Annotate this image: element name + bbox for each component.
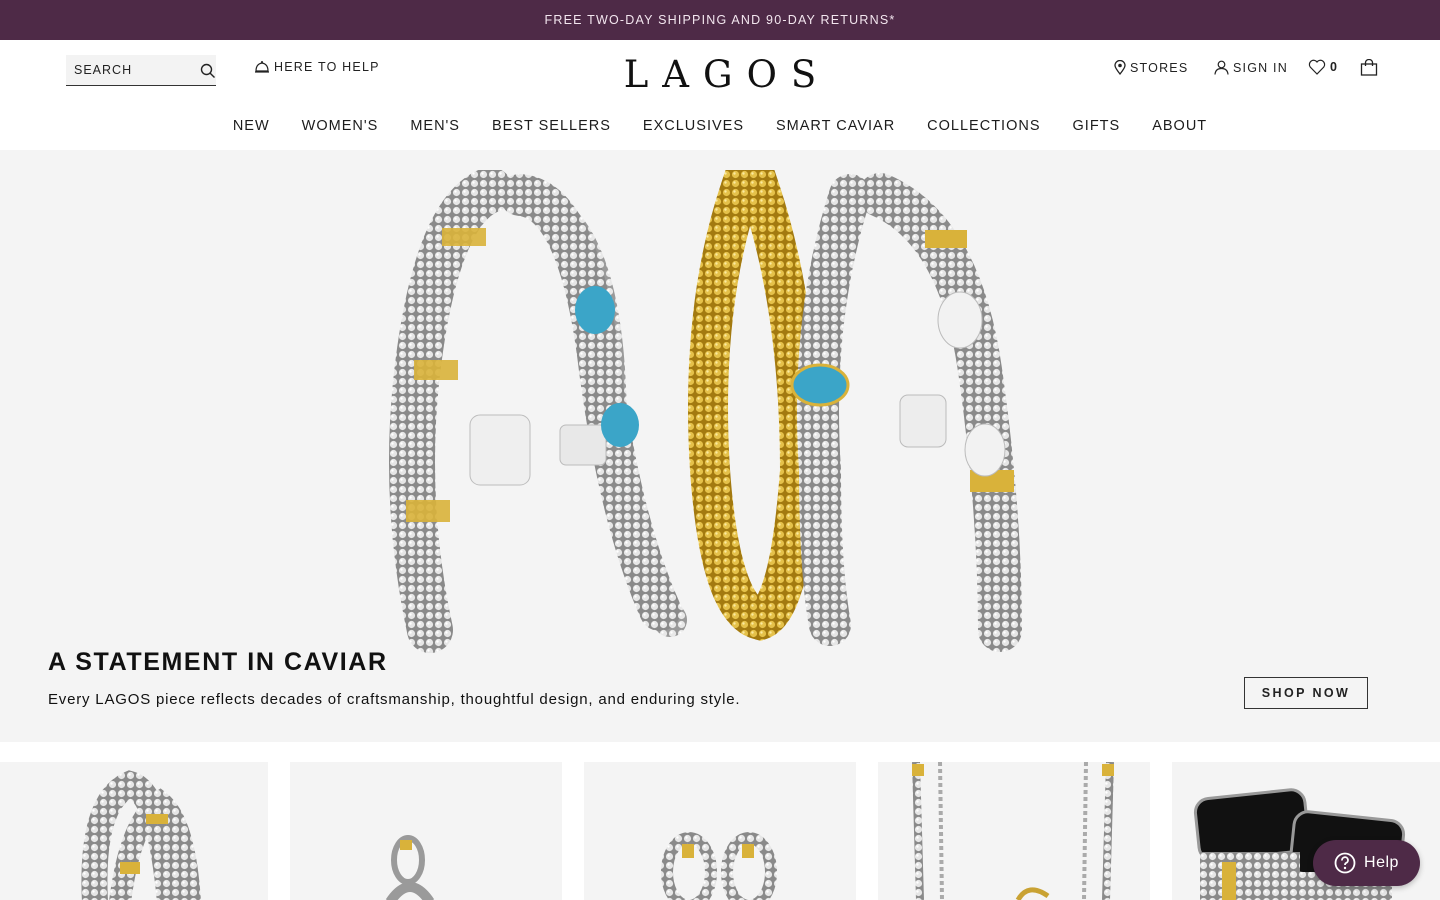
heart-icon	[1308, 59, 1326, 75]
site-logo[interactable]: LAGOS	[612, 53, 828, 96]
product-tiles	[0, 762, 1440, 900]
search-icon[interactable]	[200, 63, 216, 79]
stores-link[interactable]: STORES	[1114, 60, 1188, 75]
user-icon	[1214, 60, 1229, 75]
bag-icon	[1360, 59, 1378, 76]
nav-womens[interactable]: WOMEN'S	[302, 118, 379, 138]
bracelet-stack-image	[81, 770, 201, 900]
nav-mens[interactable]: MEN'S	[410, 118, 460, 138]
help-link[interactable]: HERE TO HELP	[254, 60, 380, 74]
bell-icon	[255, 61, 269, 73]
product-tile[interactable]	[0, 762, 268, 900]
hoop-earrings-image	[661, 832, 777, 900]
nav-smart-caviar[interactable]: SMART CAVIAR	[776, 118, 895, 138]
main-nav: NEW WOMEN'S MEN'S BEST SELLERS EXCLUSIVE…	[0, 118, 1440, 138]
promo-banner: FREE TWO-DAY SHIPPING AND 90-DAY RETURNS…	[0, 0, 1440, 40]
nav-best-sellers[interactable]: BEST SELLERS	[492, 118, 611, 138]
necklace-image	[912, 762, 1114, 900]
nav-about[interactable]: ABOUT	[1152, 118, 1207, 138]
wishlist-link[interactable]: 0	[1308, 59, 1338, 75]
sign-in-link[interactable]: SIGN IN	[1214, 60, 1288, 75]
product-tile[interactable]	[290, 762, 562, 900]
promo-text: FREE TWO-DAY SHIPPING AND 90-DAY RETURNS…	[544, 13, 896, 27]
hero-subtitle: Every LAGOS piece reflects decades of cr…	[48, 691, 741, 708]
wishlist-count: 0	[1330, 60, 1339, 74]
site-header: HERE TO HELP LAGOS STORES SIGN IN 0 NEW …	[0, 40, 1440, 150]
nav-gifts[interactable]: GIFTS	[1073, 118, 1121, 138]
nav-collections[interactable]: COLLECTIONS	[927, 118, 1040, 138]
sign-in-label: SIGN IN	[1233, 60, 1288, 75]
hero-title: A STATEMENT IN CAVIAR	[48, 648, 388, 676]
map-pin-icon	[1114, 60, 1126, 75]
nav-exclusives[interactable]: EXCLUSIVES	[643, 118, 744, 138]
product-tile[interactable]	[878, 762, 1150, 900]
help-label: HERE TO HELP	[274, 60, 380, 74]
stores-label: STORES	[1130, 60, 1189, 75]
cart-link[interactable]	[1360, 59, 1378, 76]
help-chat-label: Help	[1364, 854, 1399, 871]
nav-new[interactable]: NEW	[233, 118, 270, 138]
hero-bracelets-image	[389, 170, 1022, 653]
search-box[interactable]	[66, 55, 216, 86]
ring-image	[385, 835, 435, 900]
hero-banner[interactable]: A STATEMENT IN CAVIAR Every LAGOS piece …	[0, 150, 1440, 742]
search-input[interactable]	[74, 63, 194, 77]
help-chat-button[interactable]: Help	[1313, 840, 1420, 886]
shop-now-button[interactable]: SHOP NOW	[1244, 677, 1368, 709]
question-icon	[1334, 852, 1356, 874]
product-tile[interactable]	[584, 762, 856, 900]
